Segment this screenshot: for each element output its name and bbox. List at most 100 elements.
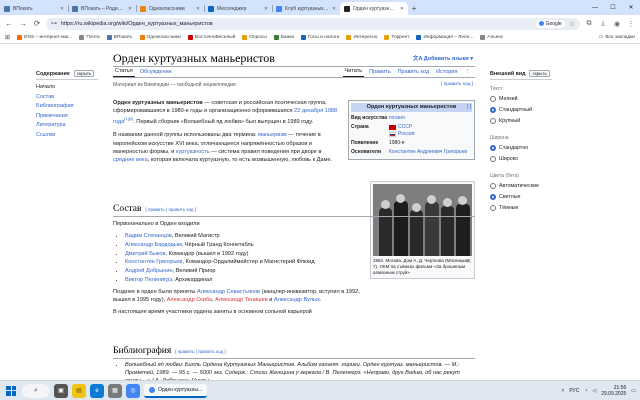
forward-icon[interactable]: → bbox=[18, 19, 28, 28]
minimize-icon[interactable]: — bbox=[586, 5, 604, 11]
appearance-option[interactable]: Стандартно bbox=[490, 145, 552, 151]
browser-tab[interactable]: ВПокать – Родины – Цен...✕ bbox=[68, 2, 136, 15]
edit-data-link[interactable]: [ править код ] bbox=[441, 82, 473, 87]
member-link[interactable]: Вадим Степанцов bbox=[125, 233, 172, 239]
radio-button[interactable] bbox=[490, 118, 496, 124]
back-icon[interactable]: ← bbox=[4, 19, 14, 28]
appearance-hide-button[interactable]: скрыть bbox=[529, 70, 550, 77]
composition-edit-links[interactable]: [ править | править код ] bbox=[146, 207, 196, 212]
reload-icon[interactable]: ⟳ bbox=[32, 19, 42, 28]
tab-edit[interactable]: Править bbox=[367, 69, 392, 77]
link-courtliness[interactable]: куртуазность bbox=[176, 149, 210, 155]
appearance-option[interactable]: Светлые bbox=[490, 194, 552, 200]
maximize-icon[interactable]: ☐ bbox=[604, 4, 622, 11]
bookmark-item[interactable]: Одноклассники bbox=[139, 35, 181, 40]
tab-close-icon[interactable]: ✕ bbox=[60, 6, 64, 12]
tab-edit-source[interactable]: Править код bbox=[396, 69, 432, 77]
ref-link[interactable]: [1][2] bbox=[124, 116, 133, 121]
bookmark-star-icon[interactable]: ☆ bbox=[569, 20, 575, 28]
toc-item[interactable]: Библиография bbox=[36, 103, 98, 109]
bookmark-item[interactable]: ВосточноВеселый bbox=[187, 35, 235, 40]
appearance-option[interactable]: Мелкий bbox=[490, 96, 552, 102]
apps-icon[interactable]: ⊞ bbox=[5, 34, 10, 41]
menu-icon[interactable]: ⋮ bbox=[626, 20, 636, 28]
radio-button[interactable] bbox=[490, 183, 496, 189]
tab-close-icon[interactable]: ✕ bbox=[196, 6, 200, 12]
volume-icon[interactable]: ◁ bbox=[592, 388, 596, 394]
bookmark-item[interactable]: Альянс bbox=[480, 35, 503, 40]
link-skiba[interactable]: Александр Скиба bbox=[167, 297, 212, 303]
bookmark-item[interactable]: ВПокать bbox=[106, 35, 133, 40]
link-sevastyanov[interactable]: Александр Севастьянов bbox=[197, 289, 260, 295]
radio-button[interactable] bbox=[490, 107, 496, 113]
link-mannerism[interactable]: маньеризм bbox=[258, 132, 287, 138]
bookmark-item[interactable]: Торрент bbox=[384, 35, 409, 40]
downloads-icon[interactable]: ⤓ bbox=[598, 20, 608, 28]
member-link[interactable]: Андрей Добрынин bbox=[125, 268, 173, 274]
toc-item[interactable]: Литература bbox=[36, 122, 98, 128]
tab-close-icon[interactable]: ✕ bbox=[400, 6, 404, 12]
bibliography-edit-links[interactable]: [ править | править код ] bbox=[175, 349, 225, 354]
toc-item[interactable]: Ссылки bbox=[36, 132, 98, 138]
browser-tab[interactable]: Одноклассники ✕ bbox=[136, 2, 204, 15]
browser-tab[interactable]: Орден куртуазных маньерист...✕ bbox=[340, 2, 408, 15]
search-icon[interactable]: ⌕ bbox=[22, 383, 50, 398]
start-button[interactable] bbox=[4, 384, 18, 398]
tab-close-icon[interactable]: ✕ bbox=[332, 6, 336, 12]
new-tab-icon[interactable]: + bbox=[408, 2, 420, 15]
appearance-option[interactable]: Крупный bbox=[490, 118, 552, 124]
tab-close-icon[interactable]: ✕ bbox=[128, 6, 132, 12]
member-link[interactable]: Виктор Пеленягрэ bbox=[125, 277, 172, 283]
add-languages-button[interactable]: 文A Добавить языки ▾ bbox=[413, 54, 473, 62]
bookmark-item[interactable]: Интересно bbox=[346, 35, 377, 40]
browser-tab[interactable]: Клуб куртуазных маньерис...✕ bbox=[272, 2, 340, 15]
infobox-value-text[interactable]: СССР bbox=[398, 124, 412, 131]
url-text[interactable]: https://ru.wikipedia.org/wiki/Орден_курт… bbox=[61, 21, 532, 27]
bookmark-item[interactable]: DNS – интернет-маг... bbox=[17, 35, 72, 40]
notifications-icon[interactable]: ▭ bbox=[631, 388, 636, 394]
appearance-option[interactable]: Автоматические bbox=[490, 183, 552, 189]
infobox-value-text[interactable]: Россия bbox=[398, 131, 414, 138]
member-link[interactable]: Александр Бардодым bbox=[125, 242, 182, 248]
link-middle-ages[interactable]: средние века bbox=[113, 157, 148, 163]
all-bookmarks-button[interactable]: ▭ Все закладки bbox=[599, 35, 635, 40]
file-explorer-icon[interactable]: ▤ bbox=[72, 383, 86, 398]
tab-article[interactable]: Статья bbox=[113, 68, 135, 77]
language-indicator[interactable]: РУС bbox=[569, 388, 579, 394]
close-window-icon[interactable]: ✕ bbox=[622, 4, 640, 11]
browser-tab[interactable]: ВПокать ✕ bbox=[0, 2, 68, 15]
radio-button[interactable] bbox=[490, 156, 496, 162]
profile-icon[interactable]: ◉ bbox=[612, 20, 622, 28]
toc-hide-button[interactable]: скрыть bbox=[73, 70, 95, 77]
appearance-option[interactable]: Широко bbox=[490, 156, 552, 162]
radio-button[interactable] bbox=[490, 205, 496, 211]
clock[interactable]: 21:56 29.09.2025 bbox=[601, 385, 626, 397]
chrome-icon[interactable]: ◎ bbox=[126, 383, 140, 398]
bookmark-item[interactable]: Банки bbox=[273, 35, 294, 40]
edge-icon[interactable]: e bbox=[90, 383, 104, 398]
infobox-value-text[interactable]: поэзия bbox=[389, 115, 405, 122]
task-view-icon[interactable]: ▣ bbox=[54, 383, 68, 398]
bookmark-item[interactable]: Информация – Лепе... bbox=[416, 35, 473, 40]
radio-button[interactable] bbox=[490, 96, 496, 102]
bookmark-item[interactable]: Почта bbox=[79, 35, 100, 40]
enlarge-icon[interactable]: ⇱ bbox=[467, 259, 471, 265]
tab-history[interactable]: История bbox=[434, 69, 459, 77]
toc-item[interactable]: Начало bbox=[36, 84, 98, 90]
infobox-edit-link[interactable]: [ ] bbox=[467, 104, 471, 111]
appearance-option[interactable]: Стандартный bbox=[490, 107, 552, 113]
toc-item[interactable]: Состав bbox=[36, 94, 98, 100]
store-icon[interactable]: ▦ bbox=[108, 383, 122, 398]
radio-button[interactable] bbox=[490, 194, 496, 200]
search-engine-chip[interactable]: Google bbox=[535, 19, 565, 28]
photo-thumbnail[interactable]: ⇱ 1992. Москва. Дом А. Д. Черткова (Мясн… bbox=[370, 181, 475, 279]
taskbar-window-chrome[interactable]: Орден куртуазны... bbox=[144, 383, 208, 398]
link-tenishev[interactable]: Александр Тенишев bbox=[215, 297, 268, 303]
radio-button[interactable] bbox=[490, 145, 496, 151]
site-info-icon[interactable]: ⊶ bbox=[51, 20, 57, 27]
member-link[interactable]: Константин Григорьев bbox=[125, 259, 182, 265]
member-link[interactable]: Дмитрий Быков bbox=[125, 251, 166, 257]
infobox-value-text[interactable]: Константин Андреевич Григорьев bbox=[389, 149, 467, 156]
toc-item[interactable]: Примечания bbox=[36, 113, 98, 119]
tab-read[interactable]: Читать bbox=[342, 68, 365, 77]
